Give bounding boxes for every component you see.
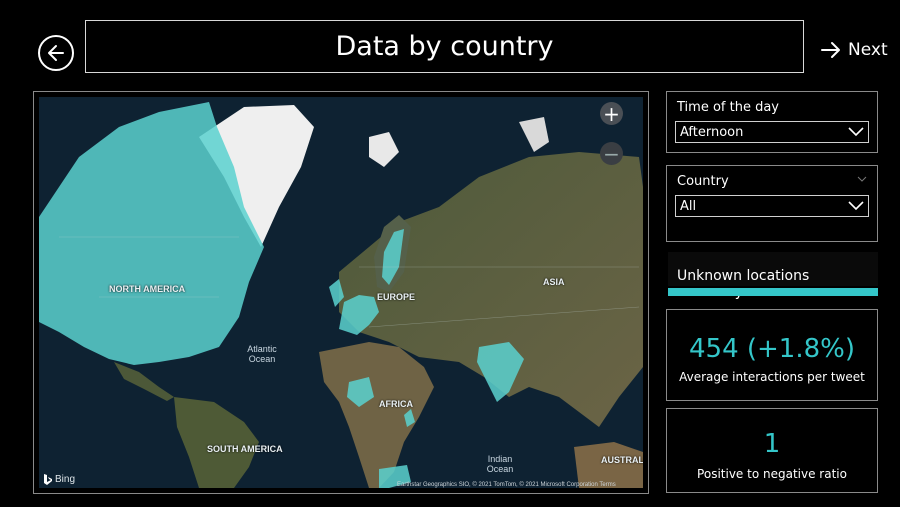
ratio-caption: Positive to negative ratio [697, 467, 847, 481]
chevron-down-icon [848, 201, 864, 211]
label-north-america: NORTH AMERICA [109, 284, 186, 294]
country-label: Country [677, 174, 729, 189]
ratio-value: 1 [763, 429, 781, 459]
next-button-label: Next [848, 40, 888, 60]
label-asia: ASIA [543, 277, 565, 287]
summary-header: Unknown locations summary [668, 252, 878, 300]
plus-icon: + [603, 101, 620, 126]
map-visual: + − NORTH AMERICA EUROPE ASIA AFRICA SOU… [33, 91, 649, 494]
label-south-america: SOUTH AMERICA [207, 444, 283, 454]
country-filter: Country All [666, 165, 878, 242]
label-australia: AUSTRALIA [601, 455, 643, 465]
back-button[interactable] [38, 35, 74, 71]
page-title-text: Data by country [335, 31, 554, 62]
label-indian-ocean: Indian Ocean [486, 454, 514, 474]
avg-interactions-value: 454 (+1.8%) [688, 334, 856, 364]
label-atlantic-ocean: Atlantic Ocean [247, 344, 277, 364]
time-of-day-value: Afternoon [680, 124, 744, 140]
next-button[interactable]: Next [820, 40, 888, 60]
ratio-card: 1 Positive to negative ratio [666, 408, 878, 493]
country-dropdown[interactable]: All [675, 195, 869, 217]
avg-interactions-card: 454 (+1.8%) Average interactions per twe… [666, 309, 878, 401]
country-value: All [680, 198, 697, 214]
map-attribution: Earthstar Geographics SIO, © 2021 TomTom… [397, 482, 616, 488]
chevron-down-icon[interactable] [857, 176, 867, 182]
summary-accent-bar [668, 288, 878, 296]
arrow-right-icon [821, 42, 840, 58]
bing-icon [44, 474, 52, 485]
zoom-in-button[interactable]: + [600, 102, 623, 125]
page-title: Data by country [85, 20, 804, 73]
minus-icon: − [603, 141, 620, 166]
label-europe: EUROPE [377, 292, 416, 302]
bing-label: Bing [55, 474, 76, 485]
time-of-day-filter: Time of the day Afternoon [666, 91, 878, 153]
chevron-down-icon [848, 127, 864, 137]
label-africa: AFRICA [379, 399, 413, 409]
time-of-day-label: Time of the day [677, 100, 779, 115]
time-of-day-dropdown[interactable]: Afternoon [675, 121, 869, 143]
avg-interactions-caption: Average interactions per tweet [679, 370, 865, 384]
bing-logo: Bing [44, 474, 75, 485]
arrow-left-icon [48, 45, 64, 61]
world-map[interactable]: + − NORTH AMERICA EUROPE ASIA AFRICA SOU… [39, 97, 643, 488]
zoom-out-button[interactable]: − [600, 142, 623, 165]
